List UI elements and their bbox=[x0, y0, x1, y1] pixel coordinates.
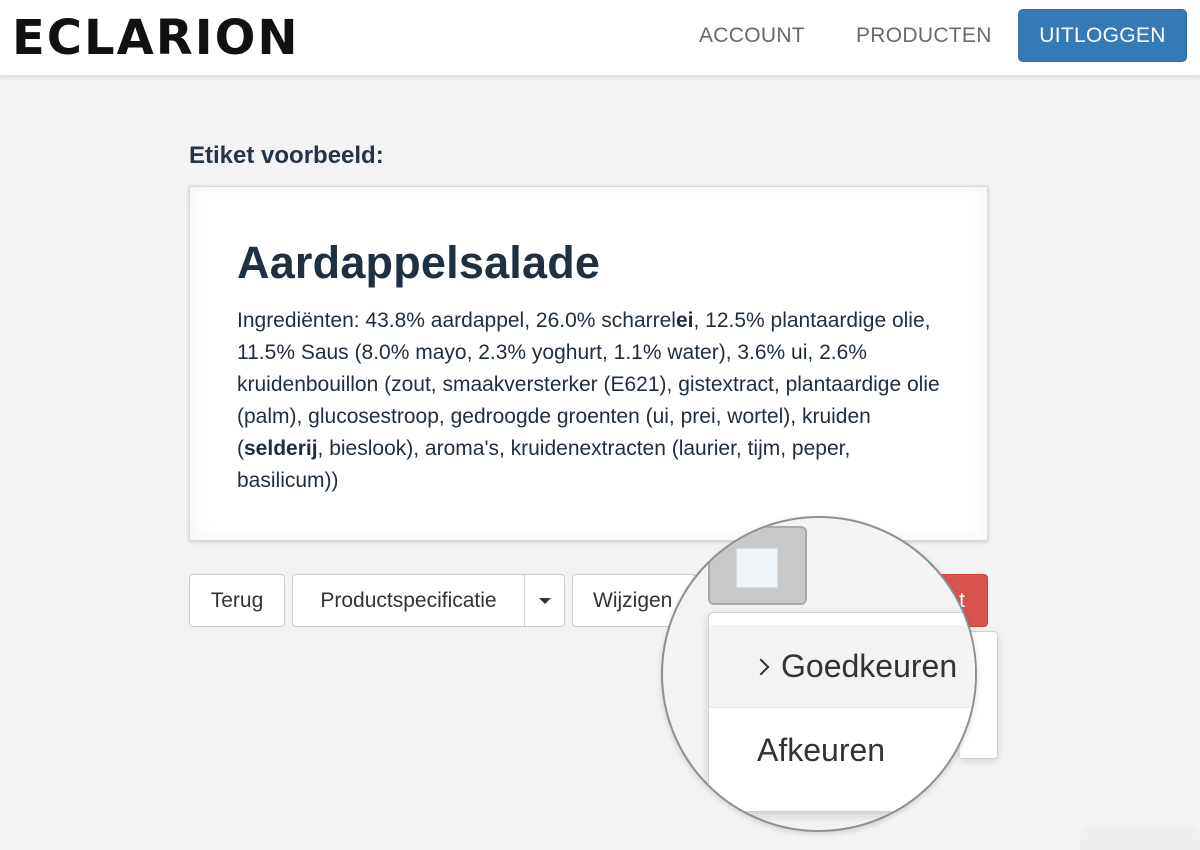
ingredients-part-1: Ingrediënten: 43.8% aardappel, 26.0% sch… bbox=[237, 309, 676, 332]
menu-item-reject[interactable]: Afkeuren bbox=[709, 709, 975, 791]
menu-item-reject-label: Afkeuren bbox=[757, 731, 886, 768]
magnifier-content: Goedkeuren Afkeuren bbox=[663, 518, 975, 830]
back-button[interactable]: Terug bbox=[189, 574, 285, 627]
menu-item-approve-label: Goedkeuren bbox=[781, 647, 958, 684]
nav-link-producten[interactable]: PRODUCTEN bbox=[856, 24, 992, 48]
nav-link-account[interactable]: ACCOUNT bbox=[699, 24, 805, 48]
menu-divider bbox=[709, 707, 975, 708]
allergen-egg: ei bbox=[675, 309, 694, 332]
product-spec-dropdown-toggle[interactable] bbox=[524, 574, 565, 627]
allergen-celery: selderij bbox=[244, 437, 318, 460]
corner-decoration bbox=[1080, 826, 1200, 850]
ingredients-text: Ingrediënten: 43.8% aardappel, 26.0% sch… bbox=[237, 305, 952, 497]
status-dropdown-menu: Goedkeuren Afkeuren bbox=[708, 612, 975, 812]
status-checkbox[interactable] bbox=[736, 548, 778, 588]
product-title: Aardappelsalade bbox=[237, 237, 601, 288]
ingredients-part-3: , bieslook), aroma's, kruidenextracten (… bbox=[237, 437, 851, 492]
caret-down-icon bbox=[538, 597, 551, 604]
top-navbar: ECLARION ACCOUNT PRODUCTEN UITLOGGEN bbox=[0, 0, 1200, 76]
label-preview-card: Aardappelsalade Ingrediënten: 43.8% aard… bbox=[189, 186, 988, 541]
product-spec-button[interactable]: Productspecificatie bbox=[292, 574, 525, 627]
eclarion-logo[interactable]: ECLARION bbox=[12, 13, 300, 63]
status-toggle-button[interactable] bbox=[708, 526, 807, 605]
magnifier-lens: Goedkeuren Afkeuren bbox=[661, 516, 977, 832]
chevron-right-icon bbox=[752, 658, 770, 676]
label-preview-heading: Etiket voorbeeld: bbox=[189, 142, 384, 169]
menu-item-approve[interactable]: Goedkeuren bbox=[709, 625, 975, 707]
logout-button[interactable]: UITLOGGEN bbox=[1018, 9, 1187, 62]
